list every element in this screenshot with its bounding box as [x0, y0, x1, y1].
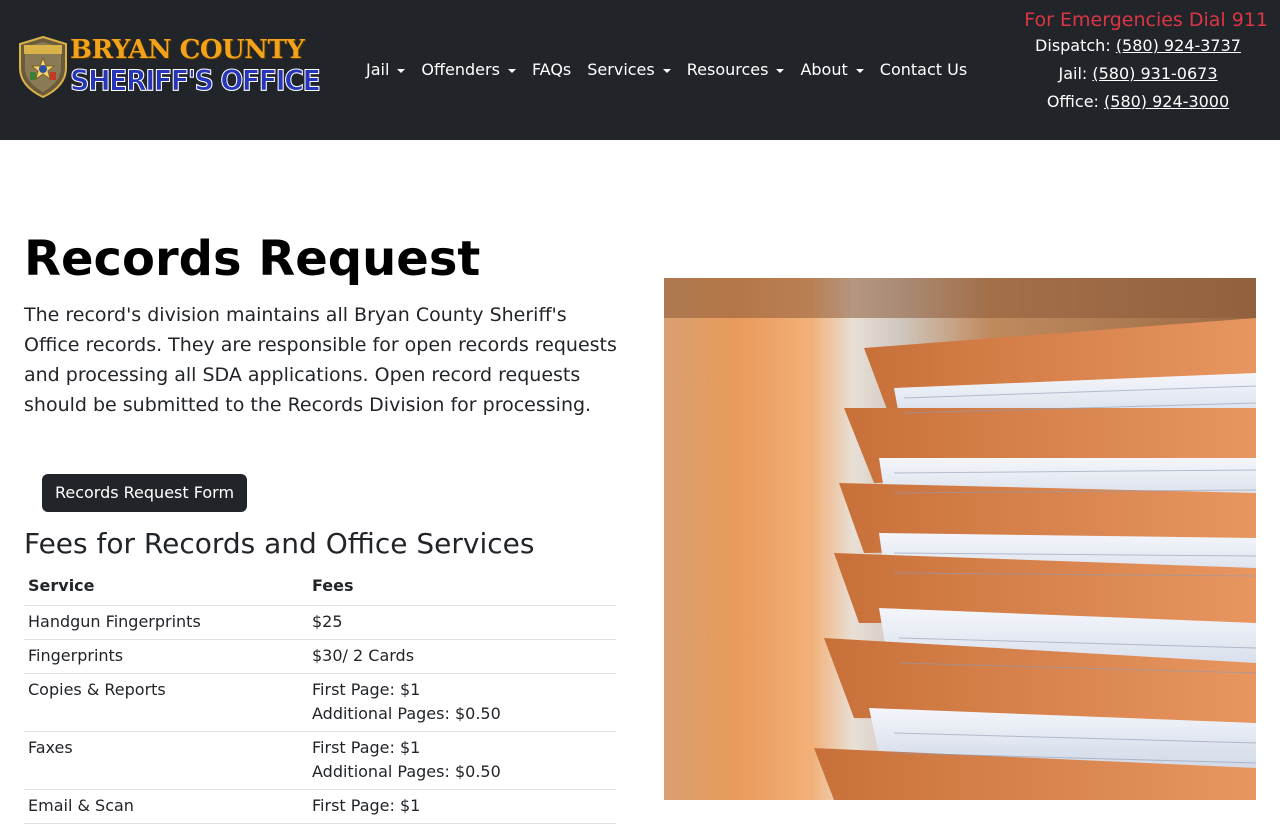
column-header-fees: Fees: [308, 570, 616, 606]
nav-label: Services: [587, 60, 655, 79]
fees-heading: Fees for Records and Office Services: [24, 527, 535, 560]
nav-services[interactable]: Services: [579, 58, 678, 82]
nav-label: Offenders: [421, 60, 500, 79]
service-cell: Copies & Reports: [24, 673, 308, 732]
caret-down-icon: [662, 69, 671, 73]
fee-line: First Page: $1: [312, 738, 421, 757]
table-header-row: Service Fees: [24, 570, 616, 606]
contact-info: For Emergencies Dial 911 Dispatch: (580)…: [968, 8, 1268, 116]
service-cell: Fingerprints: [24, 639, 308, 674]
logo-office-text: SHERIFF'S OFFICE: [70, 65, 322, 99]
dispatch-phone-row: Dispatch: (580) 924-3737: [968, 32, 1268, 60]
nav-jail[interactable]: Jail: [358, 58, 413, 82]
fee-line: Additional Pages: $0.50: [312, 704, 501, 723]
fee-line: First Page: $1: [312, 680, 421, 699]
nav-offenders[interactable]: Offenders: [413, 58, 524, 82]
office-phone-link[interactable]: (580) 924-3000: [1104, 92, 1229, 111]
fees-cell: $30/ 2 Cards: [308, 639, 616, 674]
table-row: Email & Scan First Page: $1: [24, 789, 616, 824]
records-folders-image: [664, 278, 1256, 800]
column-header-service: Service: [24, 570, 308, 606]
phone-label: Office:: [1046, 92, 1099, 111]
fees-cell: First Page: $1 Additional Pages: $0.50: [308, 731, 616, 790]
phone-label: Dispatch:: [1035, 36, 1111, 55]
caret-down-icon: [507, 69, 516, 73]
service-cell: Faxes: [24, 731, 308, 790]
nav-label: About: [800, 60, 848, 79]
office-phone-row: Office: (580) 924-3000: [968, 88, 1268, 116]
nav-resources[interactable]: Resources: [679, 58, 793, 82]
nav-label: Resources: [686, 60, 769, 79]
table-row: Copies & Reports First Page: $1 Addition…: [24, 673, 616, 732]
logo-county-text: BRYAN COUNTY: [70, 35, 305, 65]
fee-line: Additional Pages: $0.50: [312, 762, 501, 781]
nav-faqs[interactable]: FAQs: [524, 58, 579, 82]
nav-label: Jail: [366, 60, 390, 79]
site-logo[interactable]: BRYAN COUNTY SHERIFF'S OFFICE: [16, 35, 322, 100]
nav-contact-us[interactable]: Contact Us: [872, 58, 975, 82]
service-cell: Email & Scan: [24, 789, 308, 824]
folder-stack-illustration: [664, 278, 1256, 800]
nav-label: Contact Us: [879, 60, 968, 79]
intro-paragraph: The record's division maintains all Brya…: [24, 304, 617, 416]
records-request-form-button[interactable]: Records Request Form: [42, 474, 247, 512]
fees-cell: First Page: $1 Additional Pages: $0.50: [308, 673, 616, 732]
nav-about[interactable]: About: [792, 58, 871, 82]
table-row: Fingerprints $30/ 2 Cards: [24, 639, 616, 674]
service-cell: Handgun Fingerprints: [24, 605, 308, 640]
nav-label: FAQs: [531, 60, 572, 79]
fee-line: $25: [312, 612, 343, 631]
caret-down-icon: [855, 69, 864, 73]
fees-cell: $25: [308, 605, 616, 640]
fees-table: Service Fees Handgun Fingerprints $25 Fi…: [24, 570, 616, 824]
caret-down-icon: [776, 69, 785, 73]
site-header: BRYAN COUNTY SHERIFF'S OFFICE Jail Offen…: [0, 0, 1280, 140]
main-nav: Jail Offenders FAQs Services Resources A…: [358, 58, 975, 82]
fee-line: $30/ 2 Cards: [312, 646, 415, 665]
phone-label: Jail:: [1058, 64, 1088, 83]
dispatch-phone-link[interactable]: (580) 924-3737: [1116, 36, 1241, 55]
sheriff-badge-icon: [19, 36, 67, 98]
emergency-notice: For Emergencies Dial 911: [1024, 9, 1268, 31]
table-row: Faxes First Page: $1 Additional Pages: $…: [24, 731, 616, 790]
jail-phone-row: Jail: (580) 931-0673: [968, 60, 1268, 88]
page-title: Records Request: [24, 231, 481, 287]
jail-phone-link[interactable]: (580) 931-0673: [1092, 64, 1217, 83]
fees-cell: First Page: $1: [308, 789, 616, 824]
fee-line: First Page: $1: [312, 796, 421, 815]
caret-down-icon: [397, 69, 406, 73]
table-row: Handgun Fingerprints $25: [24, 605, 616, 640]
